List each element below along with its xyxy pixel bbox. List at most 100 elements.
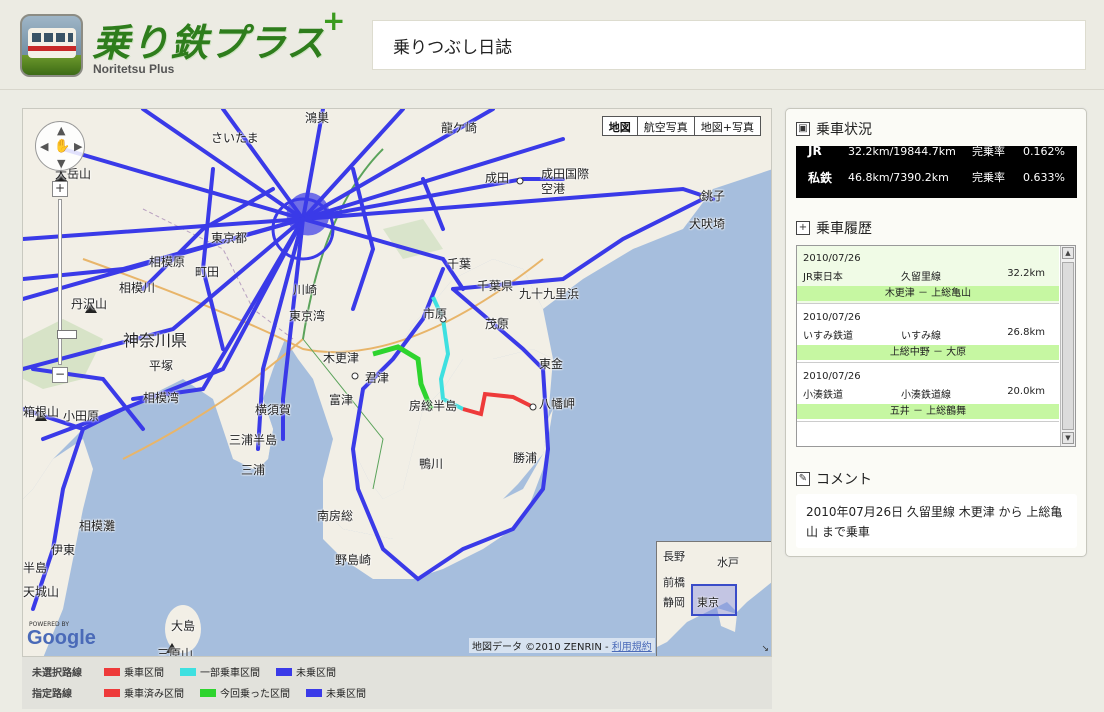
hand-icon: ✋ bbox=[54, 139, 71, 154]
map-label: 成田 bbox=[485, 171, 510, 185]
expand-icon[interactable]: + bbox=[796, 221, 810, 235]
diary-title: 乗りつぶし日誌 bbox=[393, 38, 513, 58]
legend-swatch bbox=[180, 667, 196, 676]
map-label: 龍ケ崎 bbox=[441, 121, 478, 135]
map-type-map-button[interactable]: 地図 bbox=[601, 116, 638, 136]
pan-down-icon[interactable]: ▼ bbox=[57, 157, 65, 170]
map-copyright: 地図データ ©2010 ZENRIN - 利用規約 bbox=[469, 638, 655, 653]
history-line: いすみ線 bbox=[901, 331, 941, 342]
legend-label: 今回乗った区間 bbox=[220, 689, 290, 700]
history-date: 2010/07/26 bbox=[803, 253, 861, 264]
terms-link[interactable]: 利用規約 bbox=[612, 642, 652, 653]
pan-up-icon[interactable]: ▲ bbox=[57, 124, 65, 137]
map-label: 小田原 bbox=[63, 409, 100, 423]
history-distance: 32.2km bbox=[1007, 268, 1045, 279]
zoom-slider-thumb[interactable] bbox=[57, 330, 77, 339]
legend-swatch bbox=[276, 667, 292, 676]
status-heading: ▣ 乗車状況 bbox=[796, 119, 872, 139]
history-item[interactable]: 2010/07/26 JR東日本 久留里線 32.2km 木更津 － 上総亀山 bbox=[797, 246, 1059, 304]
legend-swatch bbox=[306, 688, 322, 697]
overview-label: 長野 bbox=[663, 550, 685, 563]
route-map[interactable]: 鴻巣 龍ケ崎 さいたま 成田 成田国際 空港 銚子 犬吠埼 大岳山 東京都 千葉… bbox=[22, 108, 772, 657]
copyright-text: 地図データ ©2010 ZENRIN - bbox=[472, 642, 612, 653]
map-label: 九十九里浜 bbox=[519, 287, 580, 301]
map-label: 千葉県 bbox=[477, 279, 514, 293]
legend-row-unselected: 未選択路線 乗車区間 一部乗車区間 未乗区間 bbox=[32, 664, 352, 679]
legend-item: 今回乗った区間 bbox=[200, 685, 290, 700]
history-scrollbar[interactable]: ▲ ▼ bbox=[1060, 246, 1075, 446]
overview-viewport[interactable]: 東京 bbox=[691, 584, 737, 616]
status-name: JR bbox=[808, 144, 822, 158]
map-label: 三浦 bbox=[241, 463, 266, 477]
map-label: 市原 bbox=[423, 307, 448, 321]
legend-item: 未乗区間 bbox=[276, 664, 336, 679]
pan-right-icon[interactable]: ▶ bbox=[74, 140, 82, 153]
status-box: JR 32.2km/19844.7km 完乗率 0.162% 私鉄 46.8km… bbox=[796, 144, 1077, 198]
history-line: 久留里線 bbox=[901, 272, 941, 283]
logo-train-icon[interactable] bbox=[20, 14, 83, 77]
status-distance: 46.8km/7390.2km bbox=[848, 170, 949, 184]
overview-toggle-icon[interactable]: ↘ bbox=[761, 644, 769, 654]
map-label: 八幡岬 bbox=[539, 397, 576, 411]
legend-item: 未乗区間 bbox=[306, 685, 366, 700]
map-label: 神奈川県 bbox=[123, 331, 188, 350]
train-icon: ▣ bbox=[796, 122, 810, 136]
history-title: 乗車履歴 bbox=[816, 221, 872, 237]
history-line: 小湊鉄道線 bbox=[901, 390, 951, 401]
comment-box: 2010年07月26日 久留里線 木更津 から 上総亀山 まで乗車 bbox=[796, 494, 1077, 548]
map-legend: 未選択路線 乗車区間 一部乗車区間 未乗区間 指定路線 乗車済み区間 今回乗った… bbox=[22, 657, 772, 709]
status-rate: 0.162% bbox=[1023, 144, 1065, 158]
history-section: 木更津 － 上総亀山 bbox=[797, 286, 1059, 301]
comment-heading: ✎ コメント bbox=[796, 469, 872, 489]
legend-item: 乗車区間 bbox=[104, 664, 164, 679]
history-company: いすみ鉄道 bbox=[803, 331, 853, 342]
logo-title[interactable]: 乗り鉄プラス bbox=[92, 12, 325, 67]
map-label: 相模川 bbox=[119, 281, 156, 295]
logo-subtitle: Noritetsu Plus bbox=[93, 62, 175, 76]
zoom-slider-track[interactable] bbox=[57, 199, 77, 365]
history-date: 2010/07/26 bbox=[803, 371, 861, 382]
map-label: 箱根山 bbox=[23, 405, 60, 419]
map-label: 千葉 bbox=[447, 257, 472, 271]
map-label: 犬吠埼 bbox=[689, 217, 726, 231]
status-title: 乗車状況 bbox=[816, 122, 872, 138]
scroll-up-icon[interactable]: ▲ bbox=[1062, 247, 1074, 259]
history-item[interactable]: 2010/07/26 いすみ鉄道 いすみ線 26.8km 上総中野 － 大原 bbox=[797, 305, 1059, 363]
scroll-down-icon[interactable]: ▼ bbox=[1062, 432, 1074, 444]
zoom-out-button[interactable]: − bbox=[52, 367, 68, 383]
history-company: JR東日本 bbox=[803, 272, 843, 283]
map-label: 相模湾 bbox=[143, 391, 180, 405]
history-date: 2010/07/26 bbox=[803, 312, 861, 323]
history-company: 小湊鉄道 bbox=[803, 390, 843, 401]
pan-left-icon[interactable]: ◀ bbox=[40, 140, 48, 153]
comment-text: 2010年07月26日 久留里線 木更津 から 上総亀山 まで乗車 bbox=[806, 505, 1063, 539]
google-logo[interactable]: Google bbox=[27, 627, 96, 650]
overview-map[interactable]: 長野 水戸 前橋 静岡 東京 ↘ bbox=[656, 541, 771, 656]
legend-item: 乗車済み区間 bbox=[104, 685, 184, 700]
map-label: 富津 bbox=[329, 393, 354, 407]
page-title: 乗りつぶし日誌 bbox=[372, 20, 1086, 70]
map-label: 川崎 bbox=[293, 283, 318, 297]
zoom-control: + − bbox=[52, 181, 77, 386]
status-rate-label: 完乗率 bbox=[972, 145, 1005, 158]
map-label: 銚子 bbox=[701, 189, 726, 203]
map-label: 町田 bbox=[195, 265, 220, 279]
history-item[interactable]: 2010/07/26 小湊鉄道 小湊鉄道線 20.0km 五井 － 上総鶴舞 bbox=[797, 364, 1059, 422]
history-list[interactable]: 2010/07/26 JR東日本 久留里線 32.2km 木更津 － 上総亀山 … bbox=[796, 245, 1076, 447]
map-label: 天城山 bbox=[23, 585, 60, 599]
status-rate: 0.633% bbox=[1023, 170, 1065, 184]
map-label: 平塚 bbox=[149, 359, 174, 373]
map-type-hybrid-button[interactable]: 地図+写真 bbox=[693, 116, 761, 136]
history-heading[interactable]: + 乗車履歴 bbox=[796, 218, 872, 238]
legend-label: 未乗区間 bbox=[296, 668, 336, 679]
map-type-satellite-button[interactable]: 航空写真 bbox=[636, 116, 695, 136]
legend-row-designated: 指定路線 乗車済み区間 今回乗った区間 未乗区間 bbox=[32, 685, 382, 700]
scroll-thumb[interactable] bbox=[1062, 262, 1074, 430]
map-label: 野島崎 bbox=[335, 553, 372, 567]
pencil-icon: ✎ bbox=[796, 472, 810, 486]
pan-control[interactable]: ▲ ▼ ◀ ▶ ✋ bbox=[35, 121, 85, 171]
overview-label: 水戸 bbox=[717, 556, 739, 569]
map-label: 鴨川 bbox=[419, 457, 444, 471]
zoom-in-button[interactable]: + bbox=[52, 181, 68, 197]
history-section: 五井 － 上総鶴舞 bbox=[797, 404, 1059, 419]
